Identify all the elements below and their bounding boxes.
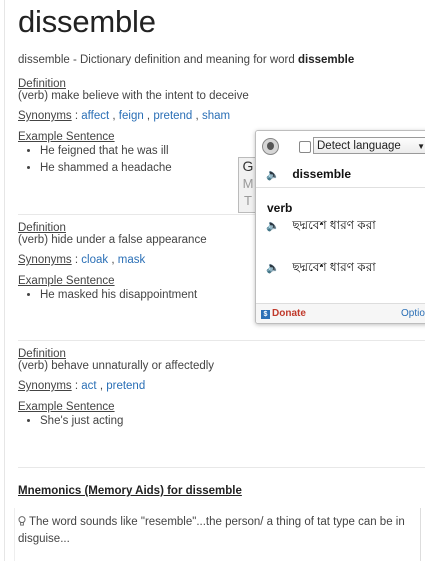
page-title: dissemble: [18, 4, 156, 39]
translation-text: ছদ্মবেশ ধারণ করা: [292, 260, 376, 274]
synonyms-label: Synonyms: [18, 254, 72, 266]
speaker-icon[interactable]: 🔈: [266, 261, 280, 274]
definition-label: Definition: [18, 348, 66, 360]
synonyms-line: Synonyms : affect , feign , pretend , sh…: [18, 110, 231, 122]
speaker-icon[interactable]: 🔈: [266, 168, 280, 181]
popup-footer: $Donate Options: [256, 303, 425, 323]
translation-row: 🔈 ছদ্মবেশ ধারণ করা: [266, 217, 376, 237]
divider: [18, 467, 425, 468]
popup-separator: [256, 187, 425, 188]
donate-link[interactable]: $ Donate: [261, 308, 306, 319]
definition-label: Definition: [18, 78, 66, 90]
translator-logo-icon[interactable]: [262, 138, 279, 155]
translator-popup: Detect language ▼ 🔈 dissemble verb 🔈 ছদ্…: [255, 130, 425, 324]
sense-3: Definition (verb) behave unnaturally or …: [18, 348, 418, 430]
popup-word-row: 🔈 dissemble: [266, 167, 351, 181]
donate-icon: $: [261, 310, 270, 319]
part-of-speech: verb: [267, 201, 293, 215]
synonym-link[interactable]: act: [81, 380, 96, 392]
dictionary-page: dissemble dissemble - Dictionary definit…: [0, 0, 425, 561]
detect-language-checkbox[interactable]: [299, 141, 311, 153]
synonyms-line: Synonyms : act , pretend: [18, 380, 146, 392]
language-select-value: Detect language: [317, 140, 401, 152]
popup-header: Detect language ▼: [256, 131, 425, 159]
synonym-link[interactable]: mask: [118, 254, 145, 266]
intro-word: dissemble: [297, 54, 355, 66]
synonym-link[interactable]: cloak: [81, 254, 108, 266]
translation-text: ছদ্মবেশ ধারণ করা: [292, 218, 376, 232]
synonym-link[interactable]: pretend: [106, 380, 145, 392]
translation-row: 🔈 ছদ্মবেশ ধারণ করা: [266, 259, 376, 279]
popup-word: dissemble: [292, 167, 352, 181]
mnemonics-title: Mnemonics (Memory Aids) for dissemble: [18, 485, 242, 497]
example-list: She's just acting: [18, 413, 418, 430]
definition-text: (verb) make believe with the intent to d…: [18, 90, 249, 102]
divider: [18, 340, 425, 341]
synonym-link[interactable]: affect: [81, 110, 109, 122]
language-select[interactable]: Detect language ▼: [313, 137, 425, 154]
left-border: [4, 0, 5, 561]
synonym-link[interactable]: feign: [119, 110, 144, 122]
mnemonic-body: The word sounds like "resemble"...the pe…: [18, 516, 405, 545]
donate-label: Donate: [272, 308, 306, 319]
synonyms-label: Synonyms: [18, 380, 72, 392]
synonyms-label: Synonyms: [18, 110, 72, 122]
example-label: Example Sentence: [18, 401, 115, 413]
mnemonic-text: The word sounds like "resemble"...the pe…: [18, 514, 410, 548]
options-link[interactable]: Options: [401, 308, 425, 319]
example-item: She's just acting: [40, 413, 418, 430]
intro-prefix: dissemble - Dictionary definition and me…: [18, 54, 295, 66]
synonym-link[interactable]: pretend: [153, 110, 192, 122]
synonym-link[interactable]: sham: [202, 110, 230, 122]
intro-text: dissemble - Dictionary definition and me…: [18, 54, 354, 66]
speaker-icon[interactable]: 🔈: [266, 219, 280, 232]
dropdown-arrow-icon: ▼: [417, 142, 425, 151]
definition-text: (verb) behave unnaturally or affectedly: [18, 360, 215, 372]
lightbulb-icon: [18, 516, 26, 526]
